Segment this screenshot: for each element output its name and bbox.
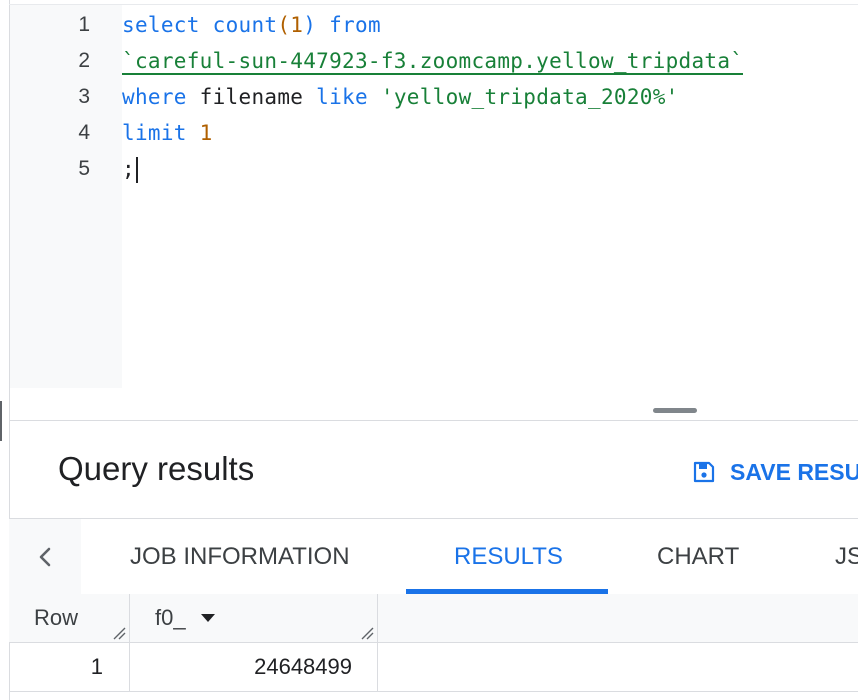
keyword-select: select: [122, 13, 200, 37]
save-icon: [693, 461, 715, 483]
identifier-filename: filename: [199, 85, 304, 109]
row-divider: [9, 691, 858, 692]
tab-results[interactable]: RESULTS: [454, 519, 563, 595]
column-resize-grip-icon[interactable]: [360, 626, 374, 640]
chevron-left-icon: [39, 547, 51, 567]
line-number: 5: [78, 157, 90, 180]
tab-scroll-left-button[interactable]: [9, 519, 81, 595]
count-argument: 1: [290, 13, 304, 37]
column-header-f0[interactable]: f0_: [155, 594, 216, 642]
results-tabs: JOB INFORMATION RESULTS CHART JS: [9, 518, 858, 596]
grid-header: [9, 594, 858, 643]
tab-job-information[interactable]: JOB INFORMATION: [130, 519, 350, 595]
editor-bottom-border: [9, 420, 858, 421]
semicolon: ;: [122, 157, 135, 181]
column-header-f0-label: f0_: [155, 605, 186, 630]
sort-arrow-icon[interactable]: [200, 613, 216, 623]
keyword-where: where: [122, 85, 187, 109]
code-line-2[interactable]: `careful-sun-447923-f3.zoomcamp.yellow_t…: [122, 43, 744, 79]
query-results-title: Query results: [58, 450, 255, 487]
panel-divider-grip[interactable]: [0, 401, 2, 441]
limit-value: 1: [199, 121, 213, 145]
code-line-3[interactable]: where filename like 'yellow_tripdata_202…: [122, 79, 679, 115]
line-number: 1: [78, 13, 90, 36]
cell-f0-value[interactable]: 24648499: [130, 643, 352, 691]
line-number: 3: [78, 85, 90, 108]
column-resize-grip-icon[interactable]: [112, 626, 126, 640]
line-number: 2: [78, 49, 90, 72]
paren-open: (: [277, 13, 291, 37]
sql-editor[interactable]: 1 2 3 4 5 select count(1) from `careful-…: [0, 0, 858, 700]
string-literal: 'yellow_tripdata_2020%': [380, 85, 679, 109]
results-grid: Row f0_ 1 24648499: [9, 594, 858, 700]
keyword-limit: limit: [122, 121, 187, 145]
column-header-row: Row: [34, 605, 79, 630]
line-number: 4: [78, 121, 90, 144]
tab-json[interactable]: JS: [835, 519, 858, 595]
code-line-1[interactable]: select count(1) from: [122, 7, 381, 43]
column-divider: [377, 594, 378, 692]
table-reference[interactable]: `careful-sun-447923-f3.zoomcamp.yellow_t…: [122, 49, 744, 75]
save-results-label: SAVE RESU: [730, 458, 858, 485]
tab-chart[interactable]: CHART: [657, 519, 739, 595]
function-count: count: [212, 13, 278, 37]
text-cursor: [135, 157, 138, 183]
cell-row-number: 1: [90, 654, 103, 679]
save-results-button[interactable]: SAVE RESU: [692, 456, 858, 488]
keyword-like: like: [316, 85, 368, 109]
code-line-4[interactable]: limit 1: [122, 115, 213, 151]
keyword-from: from: [329, 13, 381, 37]
code-line-5[interactable]: ;: [122, 151, 138, 187]
paren-close: ): [303, 13, 317, 37]
editor-resize-handle[interactable]: [653, 408, 697, 413]
